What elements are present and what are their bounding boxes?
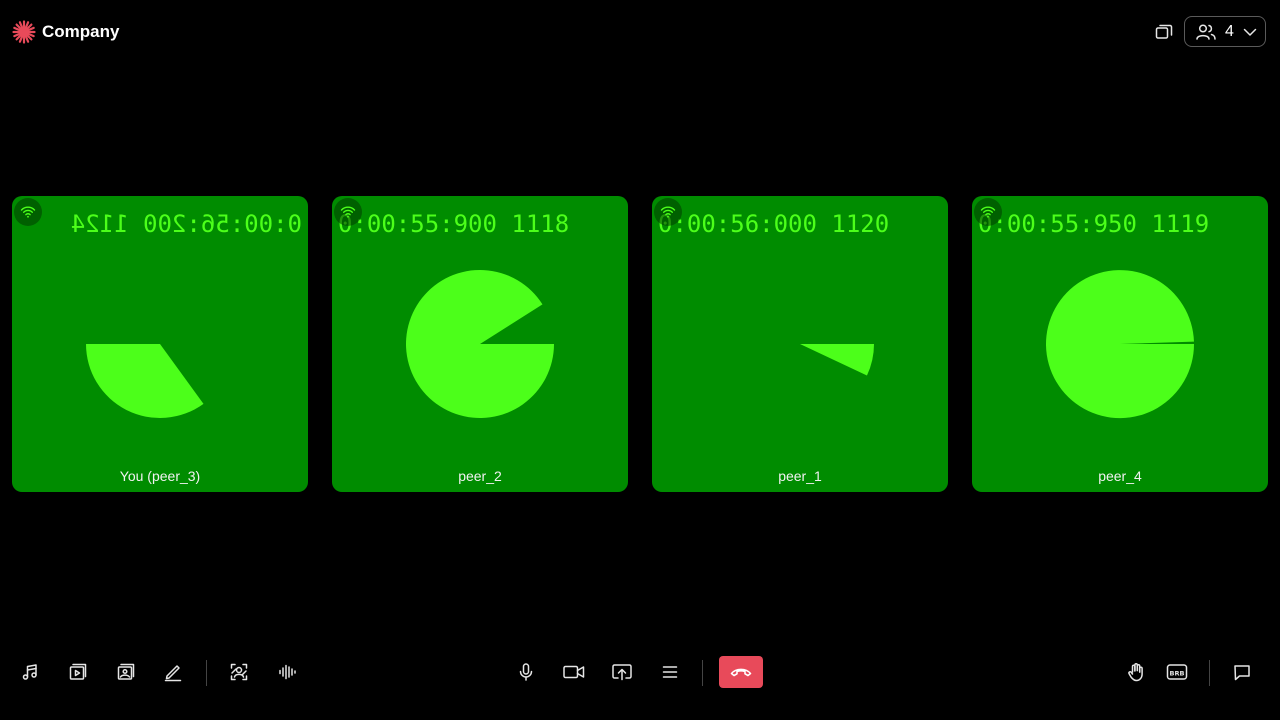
brb-button[interactable]: BRB bbox=[1161, 656, 1193, 688]
music-button[interactable] bbox=[14, 656, 46, 688]
layout-switch-button[interactable] bbox=[1151, 20, 1177, 44]
music-icon bbox=[22, 664, 37, 680]
network-quality-badge bbox=[14, 198, 42, 226]
chat-icon bbox=[1234, 665, 1250, 681]
media-gallery-button[interactable] bbox=[110, 656, 142, 688]
peer-name-label: You (peer_3) bbox=[119, 468, 201, 484]
progress-sector bbox=[406, 270, 554, 419]
stream-stats-text: 0:00:55:950 1119 bbox=[978, 210, 1209, 238]
microphone-button[interactable] bbox=[510, 656, 542, 688]
progress-sector bbox=[1046, 270, 1195, 419]
peer-name-label: peer_1 bbox=[778, 468, 822, 484]
progress-sector bbox=[85, 344, 204, 419]
brand-name: Company bbox=[42, 22, 120, 41]
wifi-icon bbox=[980, 206, 996, 218]
participants-count: 4 bbox=[1225, 22, 1234, 40]
background-effects-icon bbox=[230, 663, 248, 681]
microphone-icon bbox=[519, 663, 533, 681]
more-menu-icon bbox=[662, 666, 678, 678]
brb-label: BRB bbox=[1170, 669, 1185, 677]
video-frame: 0:00:56:000 1120 bbox=[658, 210, 889, 376]
network-quality-badge bbox=[334, 198, 362, 226]
toolbar-divider bbox=[702, 660, 703, 686]
background-effects-button[interactable] bbox=[223, 656, 255, 688]
video-tile[interactable]: 0:00:55:950 1119 peer_4 bbox=[972, 196, 1268, 492]
media-gallery-icon bbox=[117, 663, 135, 680]
more-menu-button[interactable] bbox=[654, 656, 686, 688]
noise-suppression-button[interactable] bbox=[271, 656, 303, 688]
stream-stats-text: 0:00:55:900 1118 bbox=[338, 210, 569, 238]
bottom-toolbar: BRB bbox=[0, 640, 1280, 704]
end-call-button[interactable] bbox=[719, 656, 763, 688]
whiteboard-button[interactable] bbox=[157, 656, 189, 688]
progress-sector bbox=[800, 344, 874, 376]
play-video-icon bbox=[69, 663, 87, 680]
raise-hand-button[interactable] bbox=[1120, 656, 1152, 688]
video-frame: 0:00:55:950 1119 bbox=[978, 210, 1209, 419]
screen-share-icon bbox=[612, 664, 632, 681]
noise-suppression-icon bbox=[279, 664, 296, 680]
network-quality-badge bbox=[974, 198, 1002, 226]
raise-hand-icon bbox=[1128, 663, 1143, 682]
participants-button[interactable]: 4 bbox=[1184, 16, 1266, 47]
brb-icon: BRB bbox=[1166, 664, 1188, 680]
brand: Company bbox=[12, 20, 119, 44]
company-logo-icon bbox=[12, 20, 36, 44]
stream-stats-text: 0:00:56:200 1124 bbox=[71, 210, 302, 238]
video-frame: 0:00:56:200 1124 bbox=[71, 210, 302, 419]
top-bar: Company 4 bbox=[0, 0, 1280, 64]
layout-switch-icon bbox=[1155, 24, 1173, 39]
video-frame: 0:00:55:900 1118 bbox=[338, 210, 569, 419]
camera-button[interactable] bbox=[558, 656, 590, 688]
play-video-button[interactable] bbox=[62, 656, 94, 688]
network-quality-badge bbox=[654, 198, 682, 226]
video-tile[interactable]: 0:00:55:900 1118 peer_2 bbox=[332, 196, 628, 492]
screen-share-button[interactable] bbox=[606, 656, 638, 688]
video-tile[interactable]: 0:00:56:200 1124 You (peer_3) bbox=[12, 196, 308, 492]
wifi-icon bbox=[340, 206, 356, 218]
chevron-down-icon bbox=[1243, 28, 1257, 36]
wifi-icon bbox=[660, 206, 676, 218]
chat-button[interactable] bbox=[1226, 656, 1258, 688]
video-tile[interactable]: 0:00:56:000 1120 peer_1 bbox=[652, 196, 948, 492]
whiteboard-pen-icon bbox=[164, 665, 182, 682]
toolbar-divider bbox=[1209, 660, 1210, 686]
toolbar-divider bbox=[206, 660, 207, 686]
video-grid: 0:00:56:200 1124 You (peer_3) 0:00:55:900… bbox=[12, 196, 1268, 492]
wifi-icon bbox=[20, 206, 36, 218]
peer-name-label: peer_2 bbox=[458, 468, 502, 484]
peer-name-label: peer_4 bbox=[1098, 468, 1142, 484]
stream-stats-text: 0:00:56:000 1120 bbox=[658, 210, 889, 238]
camera-icon bbox=[563, 665, 585, 679]
end-call-icon bbox=[730, 668, 752, 677]
people-icon bbox=[1196, 23, 1216, 40]
